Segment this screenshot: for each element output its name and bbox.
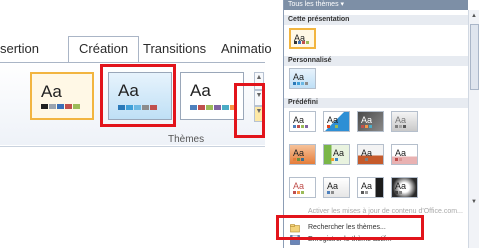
tab-insertion[interactable]: sertion xyxy=(0,37,39,61)
theme-sample-text: Aa xyxy=(293,115,305,125)
group-label-themes: Thèmes xyxy=(168,134,205,145)
highlight-box-browse xyxy=(276,215,424,240)
panel-theme-builtin[interactable]: Aa xyxy=(289,111,316,132)
theme-sample-text: Aa xyxy=(395,181,407,191)
theme-color-swatches xyxy=(361,125,373,128)
theme-sample-text: Aa xyxy=(190,81,211,100)
theme-color-swatches xyxy=(294,41,310,44)
theme-sample-text: Aa xyxy=(361,115,373,125)
panel-header: Tous les thèmes ▾ xyxy=(284,0,468,10)
panel-theme-builtin[interactable]: Aa xyxy=(357,111,384,132)
themes-dropdown-panel: Tous les thèmes ▾ Cette présentation Aa … xyxy=(283,0,479,248)
theme-sample-text: Aa xyxy=(293,148,305,158)
section-current-presentation: Cette présentation xyxy=(284,15,468,25)
theme-color-swatches xyxy=(293,82,309,85)
theme-sample-text: Aa xyxy=(361,181,373,191)
panel-theme-builtin[interactable]: Aa xyxy=(323,144,350,165)
panel-theme-builtin[interactable]: Aa xyxy=(323,177,350,198)
theme-color-swatches xyxy=(395,191,403,194)
group-divider xyxy=(0,146,265,147)
panel-theme-builtin[interactable]: Aa xyxy=(391,144,418,165)
scroll-up-icon[interactable]: ▲ xyxy=(470,12,478,20)
theme-color-swatches xyxy=(361,158,369,161)
panel-scrollbar[interactable]: ▲ ▼ xyxy=(468,10,479,248)
theme-color-swatches xyxy=(190,105,238,110)
theme-color-swatches xyxy=(395,125,407,128)
theme-color-swatches xyxy=(293,125,309,128)
theme-color-swatches xyxy=(293,191,305,194)
theme-color-swatches xyxy=(293,158,305,161)
panel-theme-builtin[interactable]: Aa xyxy=(289,144,316,165)
panel-theme-builtin[interactable]: Aa xyxy=(357,177,384,198)
tab-transitions[interactable]: Transitions xyxy=(143,37,206,61)
theme-color-swatches xyxy=(395,158,403,161)
theme-sample-text: Aa xyxy=(333,148,345,158)
theme-color-swatches xyxy=(327,158,339,161)
highlight-box-more-button xyxy=(234,83,265,138)
section-builtin: Prédéfini xyxy=(284,98,468,108)
theme-sample-text: Aa xyxy=(293,72,305,82)
theme-sample-text: Aa xyxy=(395,115,407,125)
panel-theme-builtin[interactable]: Aa xyxy=(391,177,418,198)
panel-theme-current[interactable]: Aa xyxy=(289,28,316,49)
ribbon-tabs: sertion Création Transitions Animatio xyxy=(0,36,272,63)
panel-theme-builtin[interactable]: Aa xyxy=(391,111,418,132)
tab-creation[interactable]: Création xyxy=(68,36,140,63)
scroll-down-icon[interactable]: ▼ xyxy=(470,198,478,206)
theme-sample-text: Aa xyxy=(293,181,305,191)
highlight-box-theme xyxy=(100,64,176,127)
panel-theme-builtin[interactable]: Aa xyxy=(289,177,316,198)
theme-sample-text: Aa xyxy=(327,181,339,191)
theme-color-swatches xyxy=(361,191,369,194)
theme-sample-text: Aa xyxy=(41,82,62,101)
panel-theme-custom[interactable]: Aa xyxy=(289,68,316,89)
theme-color-swatches xyxy=(41,104,81,109)
tab-animations[interactable]: Animatio xyxy=(221,37,272,61)
theme-sample-text: Aa xyxy=(327,115,339,125)
theme-color-swatches xyxy=(327,191,335,194)
panel-theme-builtin[interactable]: Aa xyxy=(323,111,350,132)
theme-sample-text: Aa xyxy=(361,148,373,158)
theme-sample-text: Aa xyxy=(395,148,407,158)
section-custom: Personnalisé xyxy=(284,56,468,66)
theme-color-swatches xyxy=(327,125,339,128)
panel-theme-builtin[interactable]: Aa xyxy=(357,144,384,165)
scrollbar-thumb[interactable] xyxy=(470,24,479,90)
theme-thumb-current[interactable]: Aa xyxy=(30,72,94,120)
